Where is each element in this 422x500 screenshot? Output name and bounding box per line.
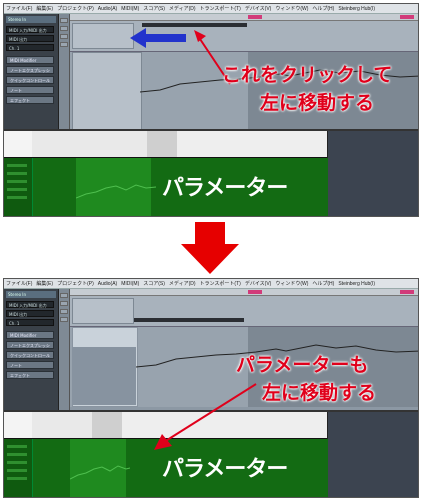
- inspector: Stereo In MIDI 入力/MIDI 出力 MIDI 出力 Ch. 1 …: [4, 14, 59, 130]
- menu-score[interactable]: スコア(S): [143, 5, 165, 12]
- inspector-input-routing[interactable]: MIDI 入力/MIDI 出力: [6, 26, 54, 33]
- inspector: Stereo In MIDI 入力/MIDI 出力 MIDI 出力 Ch. 1 …: [4, 289, 59, 411]
- inspector-effects[interactable]: エフェクト: [6, 371, 54, 379]
- menu-help[interactable]: ヘルプ(H): [312, 5, 334, 12]
- menu-devices[interactable]: デバイス(V): [245, 280, 272, 287]
- event-block-shade: [72, 347, 136, 405]
- inspector-note-expression[interactable]: ノートエクスプレッション: [6, 66, 54, 81]
- menu-edit[interactable]: 編集(E): [36, 5, 53, 12]
- menu-hub[interactable]: Steinberg Hub(I): [338, 281, 375, 287]
- menu-score[interactable]: スコア(S): [143, 280, 165, 287]
- controller-curve: [76, 184, 156, 199]
- controller-lane[interactable]: パラメーター: [4, 158, 328, 216]
- range-bar[interactable]: [134, 318, 244, 322]
- annotation-bottom-line2: 左に移動する: [262, 382, 377, 404]
- track-slot[interactable]: [60, 301, 68, 306]
- menu-project[interactable]: プロジェクト(P): [57, 5, 94, 12]
- track-header: [59, 289, 70, 411]
- inspector-channel[interactable]: Ch. 1: [6, 44, 54, 51]
- parameter-label: パラメーター: [162, 176, 288, 201]
- menu-file[interactable]: ファイル(F): [6, 280, 32, 287]
- track-lane[interactable]: [70, 296, 418, 327]
- menu-transport[interactable]: トランスポート(T): [200, 280, 241, 287]
- track-slot[interactable]: [60, 293, 68, 298]
- piano-roll-strip[interactable]: [4, 131, 328, 157]
- inspector-notes[interactable]: ノート: [6, 361, 54, 369]
- ruler[interactable]: [70, 289, 418, 296]
- inspector-quick-controls[interactable]: クイックコントロール: [6, 76, 54, 84]
- menu-devices[interactable]: デバイス(V): [245, 5, 272, 12]
- inspector-midi-modifier[interactable]: MIDI Modifier: [6, 56, 54, 64]
- track-header: [59, 14, 70, 130]
- inspector-midi-modifier[interactable]: MIDI Modifier: [6, 331, 54, 339]
- locator-marker[interactable]: [400, 15, 414, 19]
- locator-marker[interactable]: [400, 290, 414, 294]
- menu-media[interactable]: メディア(D): [169, 5, 196, 12]
- inspector-title[interactable]: Stereo In: [6, 291, 56, 298]
- menu-project[interactable]: プロジェクト(P): [57, 280, 94, 287]
- inspector-note-expression[interactable]: ノートエクスプレッション: [6, 341, 54, 356]
- track-slot[interactable]: [60, 317, 68, 322]
- annotation-bottom-line1: パラメーターも: [236, 354, 369, 376]
- big-down-arrow-icon: [181, 222, 239, 274]
- menu-midi[interactable]: MIDI(M): [121, 281, 139, 287]
- locator-marker[interactable]: [248, 290, 262, 294]
- menu-window[interactable]: ウィンドウ(W): [275, 5, 308, 12]
- track-slot[interactable]: [60, 18, 68, 23]
- red-pointer-arrow-icon: [154, 383, 257, 450]
- range-bar[interactable]: [142, 23, 247, 27]
- controller-lane-header[interactable]: [4, 439, 33, 497]
- editor-side-panel: [327, 131, 418, 216]
- track-slot[interactable]: [60, 309, 68, 314]
- editor-side-panel: [327, 412, 418, 497]
- midi-part[interactable]: [72, 298, 134, 324]
- inspector-channel[interactable]: Ch. 1: [6, 319, 54, 326]
- menu-bar: ファイル(F) 編集(E) プロジェクト(P) Audio(A) MIDI(M)…: [4, 279, 418, 289]
- menu-help[interactable]: ヘルプ(H): [312, 280, 334, 287]
- annotation-top-line2: 左に移動する: [260, 92, 375, 114]
- menu-hub[interactable]: Steinberg Hub(I): [338, 6, 375, 12]
- inspector-effects[interactable]: エフェクト: [6, 96, 54, 104]
- parameter-label: パラメーター: [162, 457, 288, 482]
- track-slot[interactable]: [60, 42, 68, 47]
- track-slot[interactable]: [60, 26, 68, 31]
- ruler[interactable]: [70, 14, 418, 21]
- midi-part[interactable]: [72, 23, 134, 49]
- blue-left-arrow-icon: [130, 28, 186, 48]
- lower-zone-editor: パラメーター: [4, 129, 418, 216]
- menu-transport[interactable]: トランスポート(T): [200, 5, 241, 12]
- inspector-notes[interactable]: ノート: [6, 86, 54, 94]
- event-block[interactable]: [72, 52, 142, 132]
- inspector-output-routing[interactable]: MIDI 出力: [6, 310, 54, 317]
- inspector-output-routing[interactable]: MIDI 出力: [6, 35, 54, 42]
- menu-window[interactable]: ウィンドウ(W): [275, 280, 308, 287]
- track-slot[interactable]: [60, 34, 68, 39]
- locator-marker[interactable]: [248, 15, 262, 19]
- menu-edit[interactable]: 編集(E): [36, 280, 53, 287]
- controller-curve: [70, 465, 130, 480]
- track-lane[interactable]: [70, 21, 418, 52]
- menu-audio[interactable]: Audio(A): [98, 281, 117, 287]
- inspector-input-routing[interactable]: MIDI 入力/MIDI 出力: [6, 301, 54, 308]
- menu-media[interactable]: メディア(D): [169, 280, 196, 287]
- menu-bar: ファイル(F) 編集(E) プロジェクト(P) Audio(A) MIDI(M)…: [4, 4, 418, 14]
- menu-midi[interactable]: MIDI(M): [121, 6, 139, 12]
- inspector-quick-controls[interactable]: クイックコントロール: [6, 351, 54, 359]
- menu-audio[interactable]: Audio(A): [98, 6, 117, 12]
- controller-lane-header[interactable]: [4, 158, 33, 216]
- inspector-title[interactable]: Stereo In: [6, 16, 56, 23]
- annotation-top-line1: これをクリックして: [222, 64, 393, 86]
- menu-file[interactable]: ファイル(F): [6, 5, 32, 12]
